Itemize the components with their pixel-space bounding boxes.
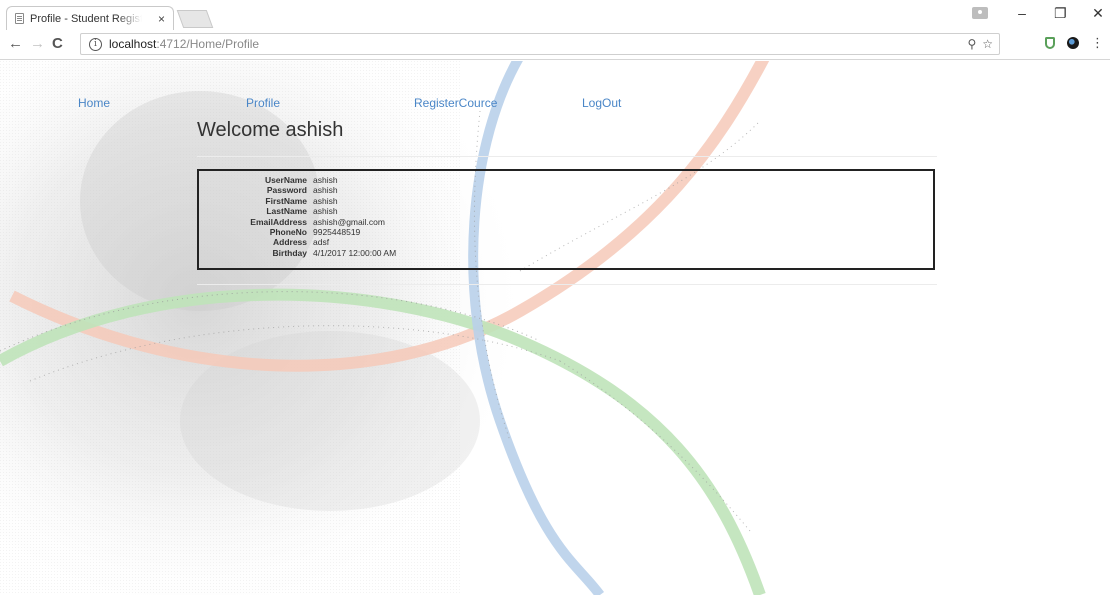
address-bar[interactable]: i localhost:4712/Home/Profile ⚲ ☆: [80, 33, 1000, 55]
profile-details-box: UserName ashish Password ashish FirstName ash…: [197, 169, 935, 270]
profile-field-label: Address: [272, 237, 307, 248]
url-path: :4712/Home/Profile: [156, 37, 260, 51]
menu-icon[interactable]: ⋮: [1091, 36, 1104, 49]
page-content: Home Profile RegisterCource LogOut Welco…: [0, 61, 1110, 595]
profile-field-value: adsf: [313, 237, 330, 248]
profile-field-label: UserName: [264, 175, 307, 185]
profile-row: LastName ashish: [229, 206, 396, 216]
nav-profile-link[interactable]: Profile: [246, 96, 280, 110]
profile-field-value: ashish: [313, 195, 338, 206]
new-tab-button[interactable]: [176, 10, 214, 28]
reload-icon[interactable]: C: [52, 36, 63, 52]
page-favicon-icon: [15, 13, 24, 24]
tab-title: Profile - Student Registra: [30, 12, 142, 25]
profile-row: EmailAddress ashish@gmail.com: [229, 217, 396, 227]
profile-field-value: 9925448519: [313, 227, 361, 238]
window-controls: – ❐ ✕: [972, 6, 1104, 20]
profile-field-value: ashish@gmail.com: [313, 216, 385, 227]
url-host: localhost: [109, 37, 157, 51]
forward-arrow-icon[interactable]: →: [30, 36, 45, 52]
tab-strip: Profile - Student Registra × – ❐ ✕: [0, 0, 1110, 30]
profile-row: Address adsf: [229, 237, 396, 247]
profile-field-value: ashish: [313, 175, 338, 185]
profile-field-label: FirstName: [265, 195, 307, 206]
profile-row: Birthday 4/1/2017 12:00:00 AM: [229, 247, 397, 258]
info-icon[interactable]: i: [89, 37, 102, 51]
back-arrow-icon[interactable]: ←: [8, 36, 23, 52]
extension-circle-icon[interactable]: [1067, 37, 1079, 49]
browser-toolbar: ← → C i localhost:4712/Home/Profile ⚲ ☆ …: [0, 30, 1110, 60]
nav-registercource-link[interactable]: RegisterCource: [414, 96, 497, 110]
profile-field-label: EmailAddress: [250, 216, 307, 227]
extension-shield-icon[interactable]: [1045, 37, 1055, 49]
restore-button[interactable]: ❐: [1054, 6, 1067, 20]
profile-icon[interactable]: [972, 7, 988, 19]
profile-field-value: ashish: [313, 206, 338, 217]
profile-row: PhoneNo 9925448519: [229, 227, 396, 237]
profile-rows: UserName ashish Password ashish FirstName ash…: [229, 175, 396, 258]
divider-top: [197, 156, 937, 157]
profile-field-label: Password: [266, 185, 307, 196]
omnibox-actions: ⚲ ☆: [967, 37, 999, 51]
profile-row: Password ashish: [229, 185, 396, 195]
minimize-button[interactable]: –: [1016, 6, 1028, 20]
profile-field-label: Birthday: [272, 247, 307, 258]
profile-field-value: ashish: [313, 185, 338, 196]
profile-field-value: 4/1/2017 12:00:00 AM: [313, 247, 397, 258]
background-artwork: [0, 61, 770, 595]
nav-home-link[interactable]: Home: [78, 96, 110, 110]
profile-field-label: PhoneNo: [269, 227, 307, 238]
profile-row: UserName ashish: [229, 175, 396, 185]
profile-table: UserName ashish Password ashish FirstName ash…: [229, 175, 396, 258]
nav-logout-link[interactable]: LogOut: [582, 96, 621, 110]
browser-tab[interactable]: Profile - Student Registra ×: [6, 6, 174, 30]
star-icon[interactable]: ☆: [982, 37, 993, 51]
profile-field-label: LastName: [266, 206, 307, 217]
page-title: Welcome ashish: [197, 119, 344, 141]
divider-bottom: [197, 284, 937, 285]
close-icon[interactable]: ×: [158, 12, 165, 26]
close-window-button[interactable]: ✕: [1092, 6, 1104, 20]
profile-row: FirstName ashish: [229, 196, 396, 206]
extension-icons: ⋮: [1045, 36, 1104, 49]
zoom-icon[interactable]: ⚲: [967, 37, 976, 51]
